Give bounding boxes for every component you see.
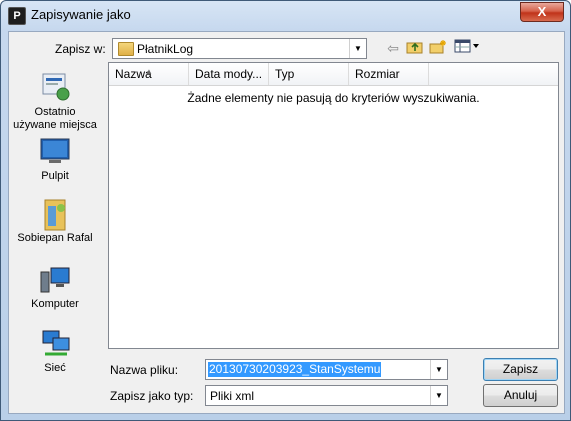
filetype-value: Pliki xml <box>210 389 254 403</box>
column-headers: ▲ Nazwa Data mody... Typ Rozmiar <box>109 63 558 86</box>
empty-message: Żadne elementy nie pasują do kryteriów w… <box>187 91 480 105</box>
save-in-combo[interactable]: PłatnikLog ▼ <box>112 38 367 59</box>
chevron-down-icon[interactable]: ▼ <box>430 360 447 379</box>
user-folder-icon <box>39 198 71 231</box>
filename-label: Nazwa pliku: <box>110 363 179 377</box>
sort-ascending-icon: ▲ <box>145 67 153 76</box>
save-button[interactable]: Zapisz <box>483 358 558 381</box>
filename-value: 20130730203923_StanSystemu <box>208 362 382 377</box>
filetype-label: Zapisz jako typ: <box>110 389 194 403</box>
place-label-user: Sobiepan Rafal <box>17 232 93 244</box>
chevron-down-icon[interactable]: ▼ <box>349 39 366 58</box>
folder-up-icon[interactable] <box>405 39 425 57</box>
place-network[interactable]: Sieć <box>9 328 101 375</box>
back-arrow-icon[interactable]: ⇦ <box>383 40 403 58</box>
dialog-body: Zapisz w: PłatnikLog ▼ ⇦ Ostatnio używan… <box>8 31 565 414</box>
place-computer[interactable]: Komputer <box>9 264 101 311</box>
place-label-computer: Komputer <box>31 298 79 310</box>
column-header-type[interactable]: Typ <box>269 63 349 85</box>
new-folder-icon[interactable] <box>428 39 448 57</box>
views-menu-icon[interactable] <box>453 39 481 57</box>
places-bar: Ostatnio używane miejsca Pulpit Sobiepan… <box>9 60 101 374</box>
cancel-button[interactable]: Anuluj <box>483 384 558 407</box>
place-user[interactable]: Sobiepan Rafal <box>9 198 101 245</box>
recent-places-icon <box>39 72 71 102</box>
desktop-icon <box>39 136 71 166</box>
filename-input[interactable]: 20130730203923_StanSystemu ▼ <box>205 359 448 380</box>
folder-icon <box>118 42 134 56</box>
place-desktop[interactable]: Pulpit <box>9 136 101 183</box>
save-in-label: Zapisz w: <box>55 42 106 56</box>
save-as-dialog: P Zapisywanie jako X Zapisz w: PłatnikLo… <box>0 0 571 421</box>
app-icon: P <box>8 7 26 25</box>
close-button[interactable]: X <box>520 2 564 22</box>
chevron-down-icon[interactable]: ▼ <box>430 386 447 405</box>
computer-icon <box>39 264 71 294</box>
column-header-name[interactable]: ▲ Nazwa <box>109 63 189 85</box>
column-header-date[interactable]: Data mody... <box>189 63 269 85</box>
window-title: Zapisywanie jako <box>31 7 131 22</box>
title-bar[interactable]: P Zapisywanie jako X <box>1 1 570 29</box>
network-icon <box>39 328 71 358</box>
column-header-size[interactable]: Rozmiar <box>349 63 429 85</box>
place-label-recent: Ostatnio używane miejsca <box>13 106 97 131</box>
place-label-network: Sieć <box>44 362 66 374</box>
place-recent[interactable]: Ostatnio używane miejsca <box>9 72 101 132</box>
filetype-select[interactable]: Pliki xml ▼ <box>205 385 448 406</box>
file-list[interactable]: ▲ Nazwa Data mody... Typ Rozmiar Żadne e… <box>108 62 559 349</box>
place-label-desktop: Pulpit <box>41 170 69 182</box>
save-in-value: PłatnikLog <box>137 42 194 56</box>
